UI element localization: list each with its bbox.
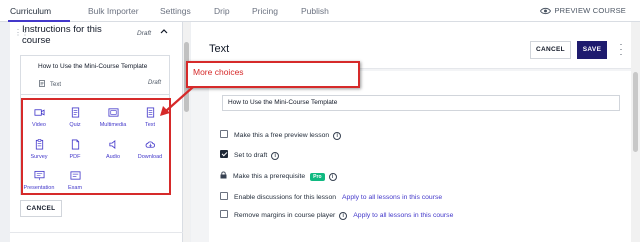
tab-drip[interactable]: Drip (214, 6, 230, 16)
tab-bulk-importer[interactable]: Bulk Importer (88, 6, 139, 16)
cancel-button[interactable]: CANCEL (530, 41, 571, 59)
more-options-icon[interactable]: · · · (618, 40, 624, 59)
set-draft-label: Set to draft (234, 152, 268, 159)
free-preview-option: Make this a free preview lesson i (220, 130, 342, 140)
tab-curriculum[interactable]: Curriculum (10, 6, 51, 16)
lock-icon (220, 171, 227, 179)
discussions-option: Enable discussions for this lesson Apply … (220, 192, 442, 202)
choices-highlight-box (21, 98, 171, 195)
lesson-type: Text (39, 80, 61, 88)
set-draft-option: Set to draft i (220, 150, 280, 160)
prerequisite-label: Make this a prerequisite (233, 173, 306, 180)
collapse-chevron-icon[interactable] (160, 27, 168, 36)
editor-scrollbar[interactable] (631, 22, 640, 242)
info-icon[interactable]: i (339, 212, 348, 220)
eye-icon (540, 7, 552, 15)
page-title: Text (209, 43, 230, 55)
editor-scrollbar-thumb[interactable] (633, 72, 638, 152)
tab-pricing[interactable]: Pricing (252, 6, 278, 16)
lesson-title-input[interactable]: How to Use the Mini-Course Template (222, 95, 620, 111)
sidebar-cancel-button[interactable]: CANCEL (20, 200, 62, 217)
preview-course-label: PREVIEW COURSE (554, 6, 626, 15)
prerequisite-option: Make this a prerequisite Pro i (220, 171, 337, 181)
section-title[interactable]: Instructions for this course (22, 24, 122, 46)
discussions-label: Enable discussions for this lesson (234, 194, 337, 201)
info-icon[interactable]: i (333, 132, 342, 140)
apply-margins-link[interactable]: Apply to all lessons in this course (353, 212, 453, 219)
section-status: Draft (137, 30, 152, 37)
sidebar-scrollbar[interactable] (183, 22, 190, 242)
lesson-status: Draft (147, 80, 161, 86)
discussions-checkbox[interactable] (220, 192, 228, 200)
free-preview-checkbox[interactable] (220, 130, 228, 138)
lesson-card[interactable]: How to Use the Mini-Course Template Text… (20, 55, 170, 95)
lesson-type-label: Text (50, 82, 62, 88)
text-doc-icon (39, 80, 45, 87)
margins-label: Remove margins in course player (234, 212, 336, 219)
set-draft-checkbox[interactable] (220, 150, 228, 158)
free-preview-label: Make this a free preview lesson (234, 132, 330, 139)
margins-option: Remove margins in course player i Apply to… (220, 210, 453, 220)
preview-course-link[interactable]: PREVIEW COURSE (540, 6, 626, 15)
top-nav: Curriculum Bulk Importer Settings Drip P… (0, 0, 640, 22)
save-button[interactable]: SAVE (577, 41, 607, 59)
info-icon[interactable]: i (328, 173, 337, 181)
annotation-callout: More choices (186, 61, 360, 88)
apply-discussions-link[interactable]: Apply to all lessons in this course (342, 194, 442, 201)
sidebar-divider (10, 232, 183, 233)
lesson-title: How to Use the Mini-Course Template (38, 63, 148, 70)
info-icon[interactable]: i (271, 152, 280, 160)
pro-badge: Pro (310, 173, 325, 181)
tab-settings[interactable]: Settings (160, 6, 191, 16)
margins-checkbox[interactable] (220, 210, 228, 218)
tab-publish[interactable]: Publish (301, 6, 329, 16)
annotation-callout-text: More choices (193, 67, 244, 77)
